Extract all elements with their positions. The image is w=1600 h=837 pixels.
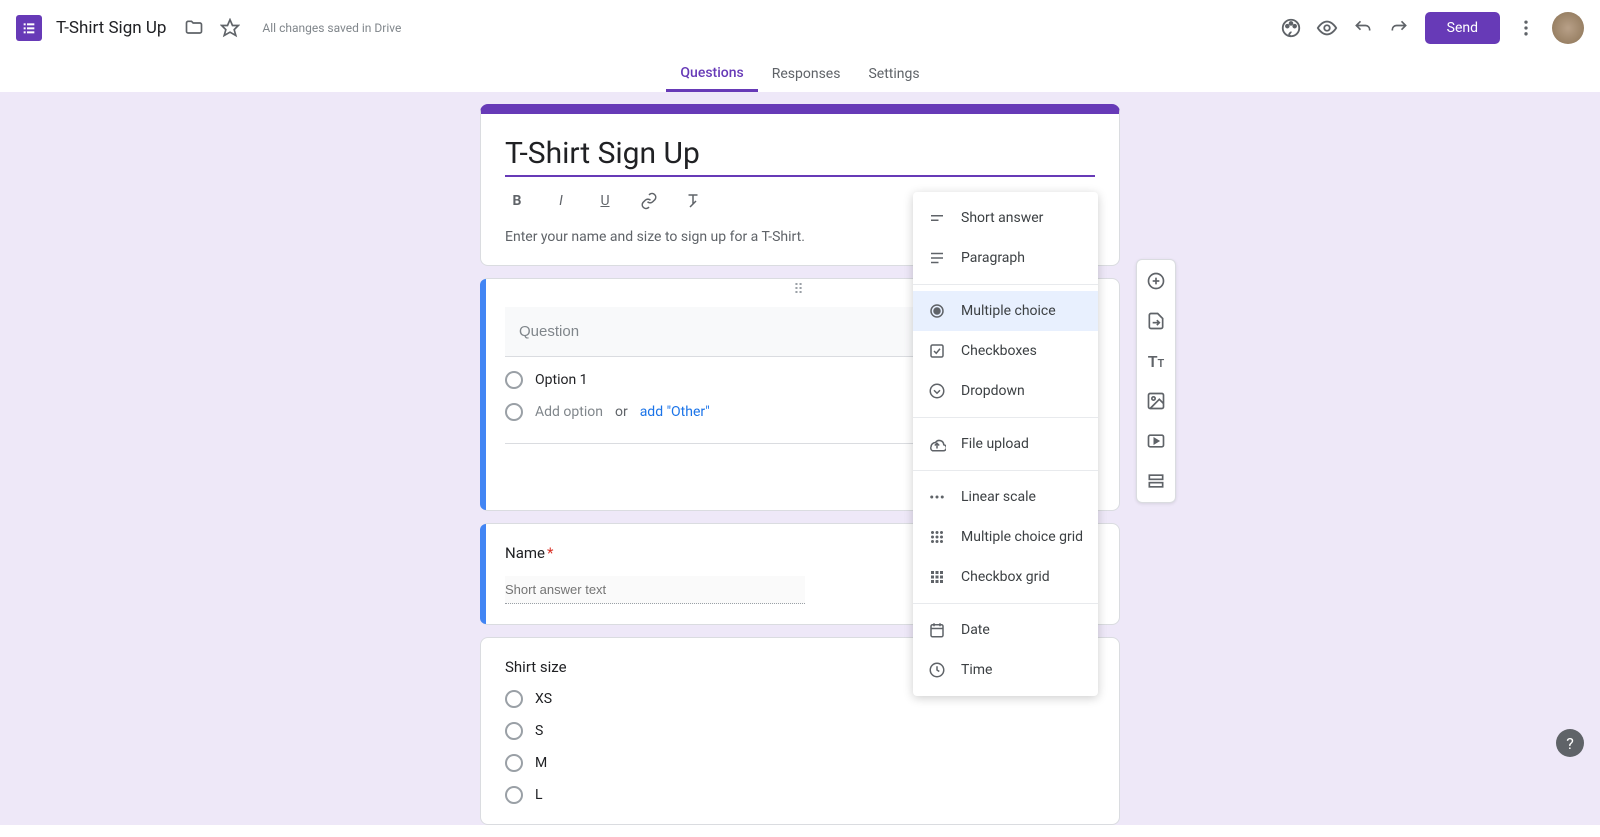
menu-item-mc-grid[interactable]: Multiple choice grid	[913, 517, 1098, 557]
undo-icon[interactable]	[1345, 10, 1381, 46]
preview-icon[interactable]	[1309, 10, 1345, 46]
menu-label: Multiple choice	[961, 303, 1056, 319]
menu-item-linear-scale[interactable]: Linear scale	[913, 477, 1098, 517]
add-image-icon[interactable]	[1141, 386, 1171, 416]
short-answer-preview	[505, 576, 805, 604]
option-text[interactable]: Option 1	[535, 372, 588, 388]
menu-item-checkboxes[interactable]: Checkboxes	[913, 331, 1098, 371]
side-toolbar: TT	[1136, 259, 1176, 503]
radio-selected-icon	[927, 301, 947, 321]
radio-icon[interactable]	[505, 786, 523, 804]
menu-item-dropdown[interactable]: Dropdown	[913, 371, 1098, 411]
add-question-icon[interactable]	[1141, 266, 1171, 296]
calendar-icon	[927, 620, 947, 640]
menu-item-short-answer[interactable]: Short answer	[913, 198, 1098, 238]
add-other-link[interactable]: add "Other"	[640, 404, 710, 420]
help-icon[interactable]: ?	[1556, 729, 1584, 757]
move-to-folder-icon[interactable]	[176, 10, 212, 46]
menu-label: Checkbox grid	[961, 569, 1050, 585]
clear-format-icon[interactable]	[681, 189, 705, 213]
menu-label: Paragraph	[961, 250, 1025, 266]
radio-icon[interactable]	[505, 722, 523, 740]
tab-responses[interactable]: Responses	[758, 56, 855, 92]
dropdown-icon	[927, 381, 947, 401]
option-row: S	[505, 722, 1095, 740]
tab-settings[interactable]: Settings	[854, 56, 933, 92]
italic-icon[interactable]: I	[549, 189, 573, 213]
customize-theme-icon[interactable]	[1273, 10, 1309, 46]
main-tabs: Questions Responses Settings	[0, 56, 1600, 92]
upload-icon	[927, 434, 947, 454]
grid-dots-icon	[927, 527, 947, 547]
redo-icon[interactable]	[1381, 10, 1417, 46]
short-answer-icon	[927, 208, 947, 228]
menu-item-time[interactable]: Time	[913, 650, 1098, 690]
required-star: *	[547, 544, 553, 562]
menu-item-file-upload[interactable]: File upload	[913, 424, 1098, 464]
menu-item-multiple-choice[interactable]: Multiple choice	[913, 291, 1098, 331]
star-icon[interactable]	[212, 10, 248, 46]
add-title-icon[interactable]: TT	[1141, 346, 1171, 376]
option-text[interactable]: S	[535, 723, 543, 739]
more-icon[interactable]	[1508, 10, 1544, 46]
add-option-label[interactable]: Add option	[535, 404, 603, 420]
menu-label: Time	[961, 662, 992, 678]
forms-logo[interactable]	[16, 15, 42, 41]
form-canvas: T-Shirt Sign Up B I U Enter your name an…	[0, 92, 1600, 825]
underline-icon[interactable]: U	[593, 189, 617, 213]
menu-label: Linear scale	[961, 489, 1036, 505]
menu-label: Short answer	[961, 210, 1043, 226]
question-type-menu: Short answer Paragraph Multiple choice C…	[913, 192, 1098, 696]
tab-questions[interactable]: Questions	[666, 56, 757, 92]
grid-squares-icon	[927, 567, 947, 587]
linear-scale-icon	[927, 487, 947, 507]
add-section-icon[interactable]	[1141, 466, 1171, 496]
menu-label: File upload	[961, 436, 1029, 452]
send-button[interactable]: Send	[1425, 12, 1500, 44]
option-row: L	[505, 786, 1095, 804]
doc-title[interactable]: T-Shirt Sign Up	[56, 18, 166, 38]
radio-icon	[505, 403, 523, 421]
option-text[interactable]: L	[535, 787, 543, 803]
radio-icon[interactable]	[505, 690, 523, 708]
link-icon[interactable]	[637, 189, 661, 213]
paragraph-icon	[927, 248, 947, 268]
menu-label: Checkboxes	[961, 343, 1037, 359]
clock-icon	[927, 660, 947, 680]
import-questions-icon[interactable]	[1141, 306, 1171, 336]
menu-item-date[interactable]: Date	[913, 610, 1098, 650]
top-bar: T-Shirt Sign Up All changes saved in Dri…	[0, 0, 1600, 56]
label-text: Shirt size	[505, 658, 567, 676]
menu-item-paragraph[interactable]: Paragraph	[913, 238, 1098, 278]
account-avatar[interactable]	[1552, 12, 1584, 44]
menu-label: Date	[961, 622, 990, 638]
option-row: M	[505, 754, 1095, 772]
or-label: or	[615, 404, 628, 420]
option-text[interactable]: XS	[535, 691, 552, 707]
radio-icon[interactable]	[505, 371, 523, 389]
radio-icon[interactable]	[505, 754, 523, 772]
bold-icon[interactable]: B	[505, 189, 529, 213]
add-video-icon[interactable]	[1141, 426, 1171, 456]
checkbox-icon	[927, 341, 947, 361]
option-text[interactable]: M	[535, 755, 547, 771]
menu-item-cb-grid[interactable]: Checkbox grid	[913, 557, 1098, 597]
menu-label: Multiple choice grid	[961, 529, 1083, 545]
save-status: All changes saved in Drive	[262, 21, 401, 35]
menu-label: Dropdown	[961, 383, 1025, 399]
form-title[interactable]: T-Shirt Sign Up	[505, 136, 1095, 177]
label-text: Name	[505, 544, 545, 562]
